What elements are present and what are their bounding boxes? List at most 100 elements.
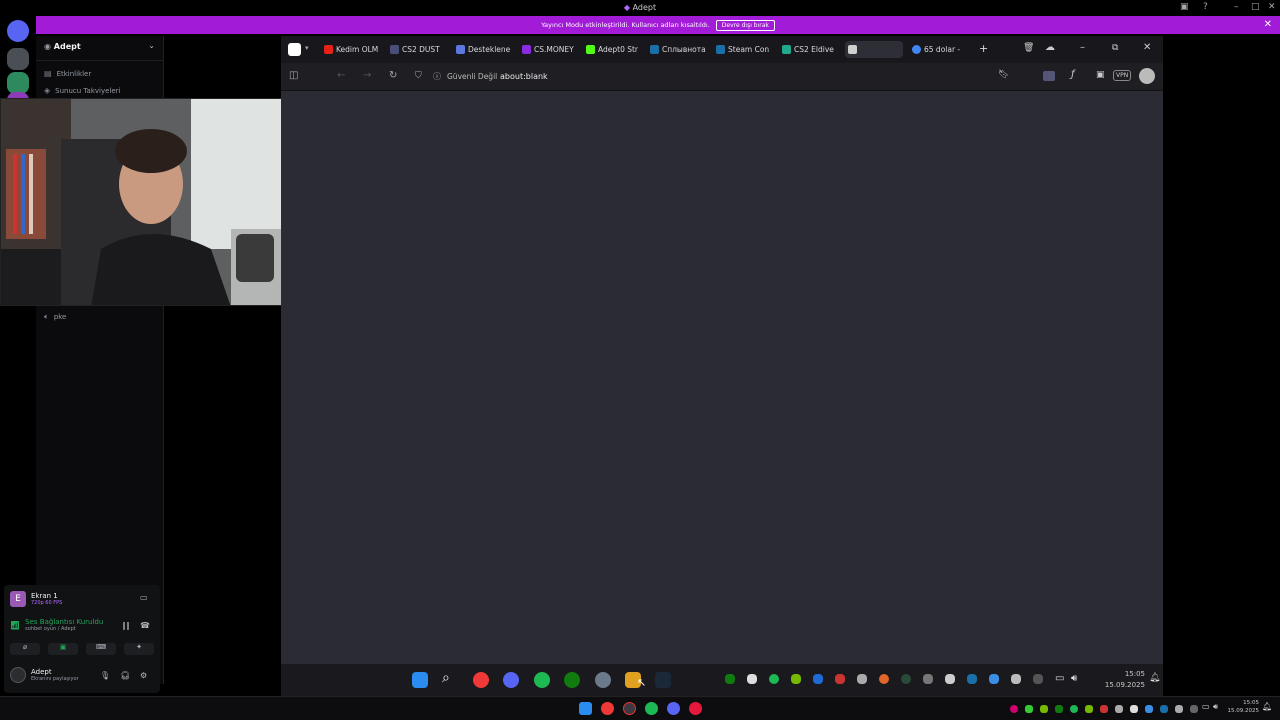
tray-icon[interactable] (923, 674, 933, 684)
discord-icon[interactable] (667, 702, 680, 715)
tray-icon[interactable] (1115, 705, 1123, 713)
microphone-tray-icon[interactable] (1190, 705, 1198, 713)
disconnect-icon[interactable]: ☎︎ (140, 621, 150, 630)
info-icon[interactable]: ⓘ (433, 71, 441, 82)
spotify-tray-icon[interactable] (1070, 705, 1078, 713)
tray-icon[interactable] (1010, 705, 1018, 713)
notification-icon[interactable]: 🔔︎ (1262, 702, 1272, 711)
gear-icon[interactable]: ⚙ (140, 671, 147, 680)
security-label[interactable]: Güvenli Değil (447, 72, 497, 81)
forward-icon[interactable]: → (363, 70, 371, 81)
vivaldi-icon[interactable] (601, 702, 614, 715)
chevron-down-icon[interactable]: ▾ (305, 44, 309, 52)
inbox-icon[interactable]: ▣ (1180, 2, 1189, 12)
xbox-tray-icon[interactable] (1055, 705, 1063, 713)
network-icon[interactable]: ▭ (1055, 673, 1064, 684)
tab-6[interactable]: Steam Con (713, 41, 773, 58)
soundboard-icon[interactable]: ✦ (124, 643, 154, 655)
channel-boosts[interactable]: ◈ Sunucu Takviyeleri (44, 86, 121, 95)
tray-icon[interactable] (1145, 705, 1153, 713)
xbox-icon[interactable] (564, 672, 580, 688)
url-field[interactable]: ⛉ ⓘ Güvenli Değil about:blank (411, 67, 1011, 87)
tray-icon[interactable] (1085, 705, 1093, 713)
notification-icon[interactable]: 🔔︎ (1149, 673, 1160, 683)
tray-icon[interactable] (1025, 705, 1033, 713)
trash-icon[interactable]: 🗑︎ (1023, 43, 1034, 53)
script-extension-icon[interactable]: ƒ (1071, 69, 1075, 80)
spotify-tray-icon[interactable] (769, 674, 779, 684)
tab-8-active[interactable] (845, 41, 903, 58)
windows-start-icon[interactable] (412, 672, 428, 688)
server-icon[interactable] (7, 48, 29, 70)
settings-icon[interactable] (595, 672, 611, 688)
tray-icon[interactable] (835, 674, 845, 684)
spotify-icon[interactable] (645, 702, 658, 715)
steam-icon[interactable] (655, 672, 671, 688)
tab-9[interactable]: 65 dolar - (909, 41, 969, 58)
voice-channel[interactable]: 🔈︎ pke (44, 312, 66, 322)
tab-7[interactable]: CS2 Eldive (779, 41, 839, 58)
volume-icon[interactable]: 🔊︎ (1213, 702, 1218, 712)
vivaldi-icon[interactable] (473, 672, 489, 688)
screen-share-icon[interactable]: ▣ (48, 643, 78, 655)
tray-icon[interactable] (945, 674, 955, 684)
browser-minimize-button[interactable]: – (1080, 42, 1085, 53)
vivaldi-menu-icon[interactable] (288, 43, 301, 56)
cloud-icon[interactable]: ☁︎ (1045, 42, 1055, 53)
close-banner-icon[interactable]: ✕ (1264, 19, 1272, 30)
microphone-icon[interactable]: 🎙︎ (100, 671, 110, 680)
nvidia-tray-icon[interactable] (791, 674, 801, 684)
extension-icon[interactable]: ▣ (1096, 70, 1105, 80)
tab-5[interactable]: Сплывнота (647, 41, 707, 58)
clock-date[interactable]: 15.09.2025 (1093, 681, 1145, 689)
browser-close-button[interactable]: ✕ (1143, 42, 1151, 53)
disable-streamer-mode-button[interactable]: Devre dışı bırak (715, 19, 775, 31)
app-icon[interactable] (689, 702, 702, 715)
discord-icon[interactable] (503, 672, 519, 688)
camera-off-icon[interactable]: ⌀ (10, 643, 40, 655)
browser-restore-button[interactable]: ⧉ (1112, 43, 1118, 53)
minimize-button[interactable]: – (1234, 2, 1239, 12)
steam-tray-icon[interactable] (967, 674, 977, 684)
reload-icon[interactable]: ↻ (389, 70, 397, 81)
help-icon[interactable]: ? (1203, 2, 1208, 12)
profile-avatar[interactable] (1139, 68, 1155, 84)
noise-suppression-icon[interactable]: ∥∥ (122, 621, 130, 630)
clock-time[interactable]: 15:05 (1113, 670, 1145, 678)
tray-icon[interactable] (857, 674, 867, 684)
clock-time[interactable]: 15:05 (1225, 700, 1259, 706)
headphones-icon[interactable]: 🎧︎ (120, 671, 130, 680)
bookmark-icon[interactable]: 🔖︎ (998, 70, 1009, 80)
tray-icon[interactable] (1175, 705, 1183, 713)
tray-icon[interactable] (879, 674, 889, 684)
xbox-tray-icon[interactable] (725, 674, 735, 684)
new-tab-button[interactable]: + (979, 42, 988, 55)
server-name[interactable]: ◉ Adept (44, 42, 81, 51)
discord-home-icon[interactable] (7, 20, 29, 42)
user-info[interactable]: Adept Ekranını paylaşıyor (10, 667, 79, 683)
bluetooth-tray-icon[interactable] (813, 674, 823, 684)
panel-toggle-icon[interactable]: ◫ (289, 70, 298, 81)
stream-settings-icon[interactable]: ▭ (140, 593, 148, 602)
microphone-tray-icon[interactable] (1033, 674, 1043, 684)
vpn-button[interactable]: VPN (1113, 70, 1132, 81)
tray-icon[interactable] (1100, 705, 1108, 713)
channel-events[interactable]: ▤ Etkinlikler (44, 69, 91, 78)
tab-1[interactable]: CS2 DUST (387, 41, 445, 58)
chevron-down-icon[interactable]: ⌄ (148, 41, 155, 50)
clock-date[interactable]: 15.09.2025 (1225, 708, 1260, 714)
spotify-icon[interactable] (534, 672, 550, 688)
url-text[interactable]: about:blank (500, 72, 548, 81)
close-button[interactable]: ✕ (1268, 2, 1276, 12)
tab-0[interactable]: Kedim OLM (321, 41, 381, 58)
shield-icon[interactable]: ⛉ (415, 71, 422, 81)
battery-tray-icon[interactable] (1011, 674, 1021, 684)
nvidia-tray-icon[interactable] (1040, 705, 1048, 713)
activity-icon[interactable]: ⌨︎ (86, 643, 116, 655)
tray-icon[interactable] (901, 674, 911, 684)
windows-start-icon[interactable] (579, 702, 592, 715)
tab-3[interactable]: CS.MONEY (519, 41, 577, 58)
server-icon[interactable] (7, 72, 29, 94)
extension-icon[interactable] (1043, 71, 1055, 81)
steam-tray-icon[interactable] (1160, 705, 1168, 713)
